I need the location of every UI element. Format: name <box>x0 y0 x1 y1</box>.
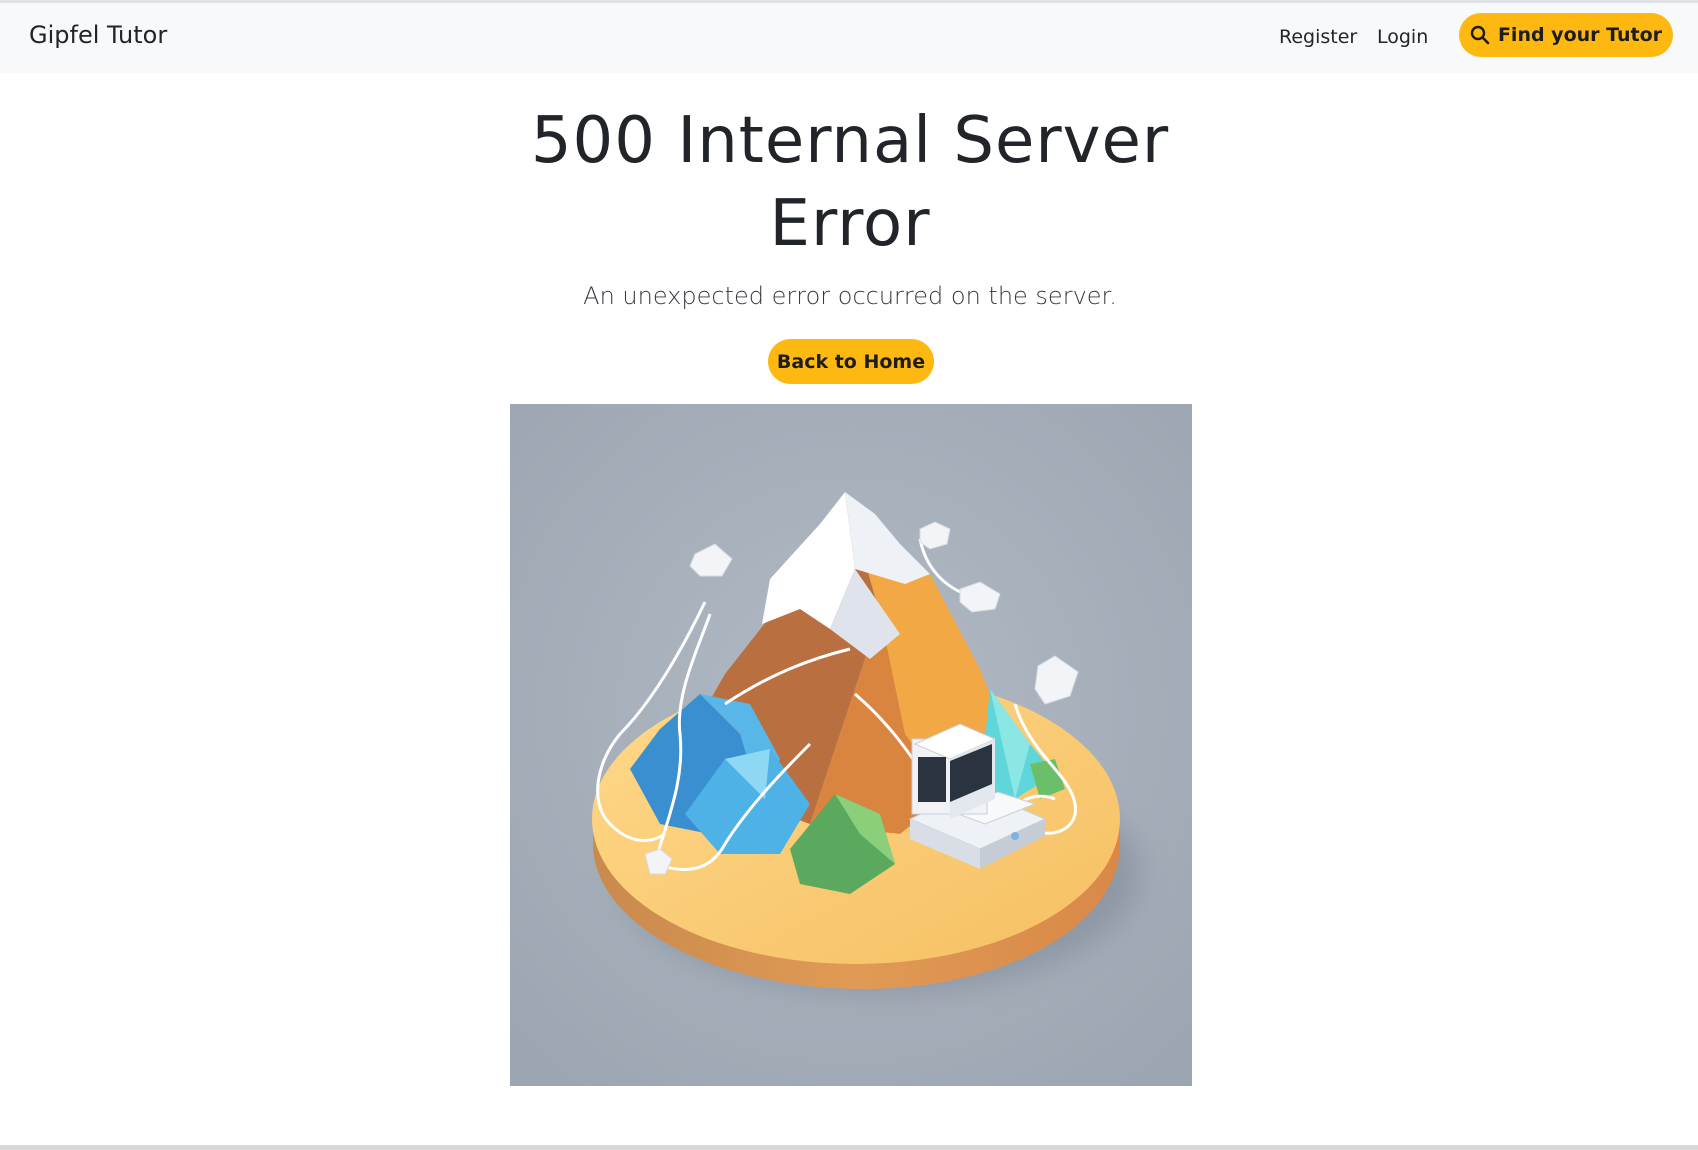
brand-link[interactable]: Gipfel Tutor <box>29 21 167 49</box>
register-link[interactable]: Register <box>1279 26 1357 48</box>
bottom-border <box>0 1145 1698 1150</box>
search-icon <box>1470 25 1490 45</box>
login-link[interactable]: Login <box>1377 26 1428 48</box>
find-tutor-button[interactable]: Find your Tutor <box>1459 13 1673 57</box>
find-tutor-label: Find your Tutor <box>1497 24 1663 46</box>
navbar: Gipfel Tutor Register Login Find your Tu… <box>0 3 1698 73</box>
back-to-home-button[interactable]: Back to Home <box>768 339 934 384</box>
mountain-server-illustration <box>510 404 1192 1086</box>
page-title: 500 Internal Server Error <box>530 104 1170 261</box>
error-message: An unexpected error occurred on the serv… <box>583 282 1117 310</box>
